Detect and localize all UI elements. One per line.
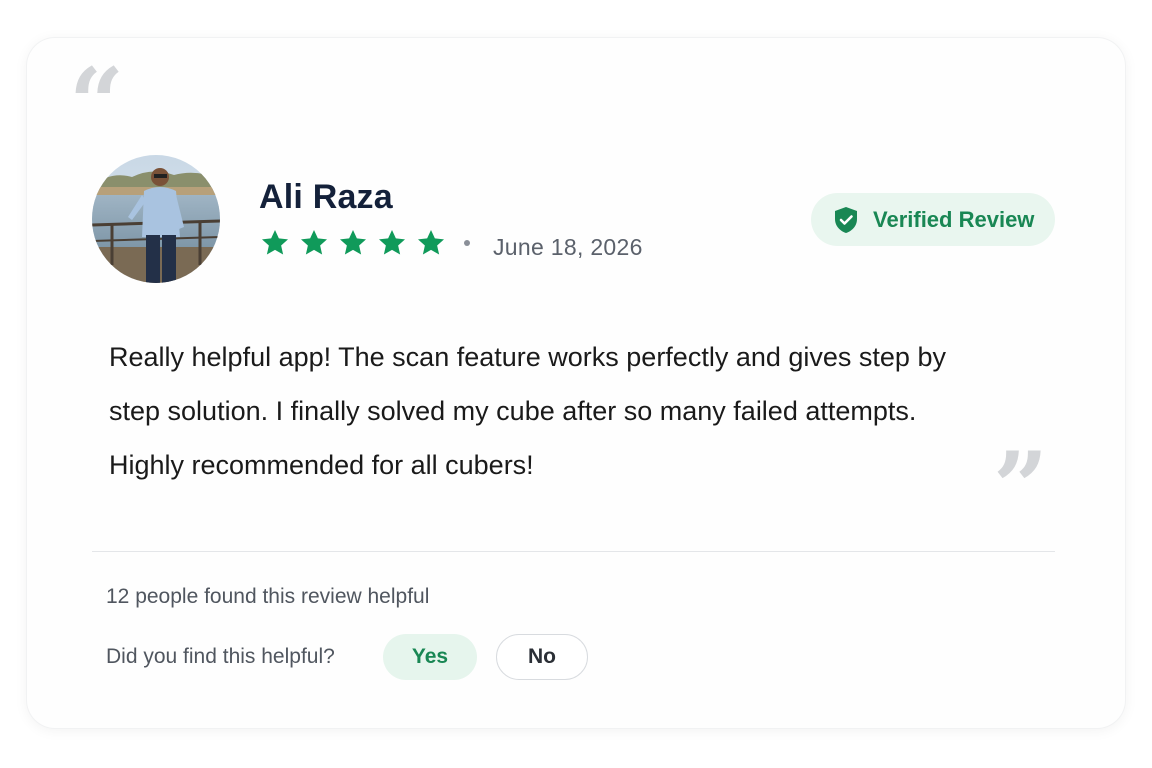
star-icon — [418, 230, 444, 255]
star-icon — [340, 230, 366, 255]
verified-label: Verified Review — [873, 206, 1035, 232]
yes-button[interactable]: Yes — [383, 634, 477, 680]
review-text: Really helpful app! The scan feature wor… — [109, 342, 946, 480]
avatar — [92, 155, 220, 283]
helpful-count: 12 people found this review helpful — [106, 585, 430, 608]
avatar-photo — [92, 155, 220, 283]
verified-badge: Verified Review — [811, 193, 1055, 246]
star-icon — [301, 230, 327, 255]
star-icon — [262, 230, 288, 255]
separator-dot — [464, 240, 470, 246]
reviewer-name: Ali Raza — [259, 178, 393, 216]
close-quote-icon: ” — [993, 431, 1049, 544]
shield-check-icon — [835, 206, 857, 233]
no-button[interactable]: No — [496, 634, 588, 680]
open-quote-icon: “ — [69, 47, 125, 160]
helpful-question: Did you find this helpful? — [106, 645, 335, 668]
review-card: “ Ali Raza June 18, 2026 Verified Review… — [27, 38, 1125, 728]
divider — [92, 551, 1055, 552]
review-date: June 18, 2026 — [493, 234, 643, 260]
star-icon — [379, 230, 405, 255]
star-rating — [260, 228, 446, 258]
